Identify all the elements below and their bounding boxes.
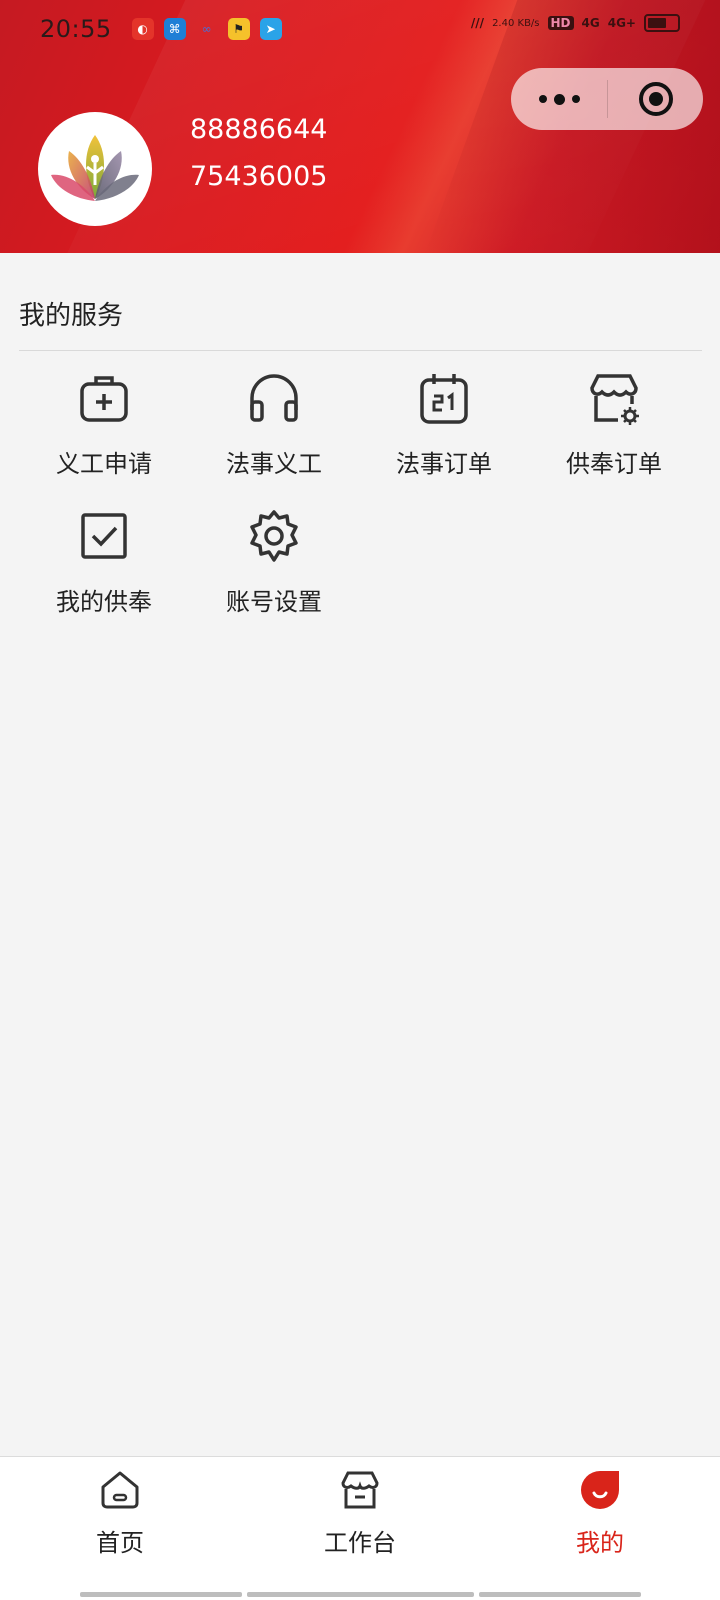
signal-4g: 4G xyxy=(581,16,600,30)
profile-icon xyxy=(581,1471,619,1509)
cloud-icon: ∞ xyxy=(201,22,212,36)
home-icon xyxy=(101,1471,139,1509)
gesture-bar-right xyxy=(479,1592,641,1597)
status-time: 20:55 xyxy=(40,15,112,43)
tab-label: 我的 xyxy=(576,1529,624,1557)
user-number: 75436005 xyxy=(190,161,328,192)
signal-4g-plus: 4G+ xyxy=(607,16,636,30)
user-id: 88886644 xyxy=(190,114,328,145)
headphones-icon xyxy=(250,374,298,422)
service-label: 法事义工 xyxy=(226,450,322,478)
service-label: 账号设置 xyxy=(226,588,322,616)
miniprogram-capsule xyxy=(511,68,703,130)
service-label: 法事订单 xyxy=(396,450,492,478)
profile-header: 20:55 ◐ ⌘ ∞ ⚑ ➤ /// 2.40 KB/s HD 4G 4G+ xyxy=(0,0,720,253)
calendar-21-icon xyxy=(420,374,468,424)
medical-bag-plus-icon xyxy=(80,376,128,422)
send-icon: ➤ xyxy=(259,18,282,40)
checkbox-icon xyxy=(81,513,127,559)
bottom-tab-bar: 首页 工作台 我的 xyxy=(0,1456,720,1600)
gesture-bar-left xyxy=(80,1592,242,1597)
tab-label: 首页 xyxy=(96,1529,144,1557)
hd-badge: HD xyxy=(547,16,574,30)
service-account-settings[interactable]: 账号设置 xyxy=(189,508,359,628)
gesture-bar-center xyxy=(247,1592,474,1597)
more-button[interactable] xyxy=(511,68,607,130)
service-label: 我的供奉 xyxy=(56,588,152,616)
battery-icon xyxy=(644,14,680,32)
service-offering-orders[interactable]: 供奉订单 xyxy=(529,370,699,490)
service-volunteer-apply[interactable]: 义工申请 xyxy=(19,370,189,490)
store-icon xyxy=(341,1471,379,1509)
network-speed: 2.40 KB/s xyxy=(492,17,540,29)
status-indicators: /// 2.40 KB/s HD 4G 4G+ xyxy=(471,14,680,32)
lotus-logo-icon xyxy=(51,135,139,201)
status-bar: 20:55 ◐ ⌘ ∞ ⚑ ➤ /// 2.40 KB/s HD 4G 4G+ xyxy=(0,0,720,58)
app-notification-icon: ◐ xyxy=(131,18,154,40)
avatar[interactable] xyxy=(38,112,152,226)
notification-icons: ◐ ⌘ ∞ ⚑ ➤ xyxy=(131,18,282,40)
services-title: 我的服务 xyxy=(19,301,124,331)
service-label: 义工申请 xyxy=(56,450,152,478)
tab-home[interactable]: 首页 xyxy=(50,1469,190,1558)
tab-workbench[interactable]: 工作台 xyxy=(290,1469,430,1558)
service-ritual-orders[interactable]: 法事订单 xyxy=(359,370,529,490)
store-settings-icon xyxy=(590,374,639,425)
close-miniprogram-button[interactable] xyxy=(608,68,703,130)
car-icon: ⚑ xyxy=(227,18,250,40)
tab-mine[interactable]: 我的 xyxy=(530,1469,670,1558)
close-miniprogram-icon xyxy=(638,82,673,116)
service-label: 供奉订单 xyxy=(566,450,662,478)
service-ritual-volunteer[interactable]: 法事义工 xyxy=(189,370,359,490)
more-icon-right xyxy=(571,95,580,103)
telecom-icon: ⌘ xyxy=(163,18,186,40)
gear-icon xyxy=(250,510,298,562)
nfc-icon: /// xyxy=(470,16,485,30)
service-my-offerings[interactable]: 我的供奉 xyxy=(19,508,189,628)
tab-label: 工作台 xyxy=(324,1529,396,1557)
section-divider xyxy=(19,350,702,351)
more-icon xyxy=(538,95,547,103)
more-icon-center xyxy=(553,93,565,105)
